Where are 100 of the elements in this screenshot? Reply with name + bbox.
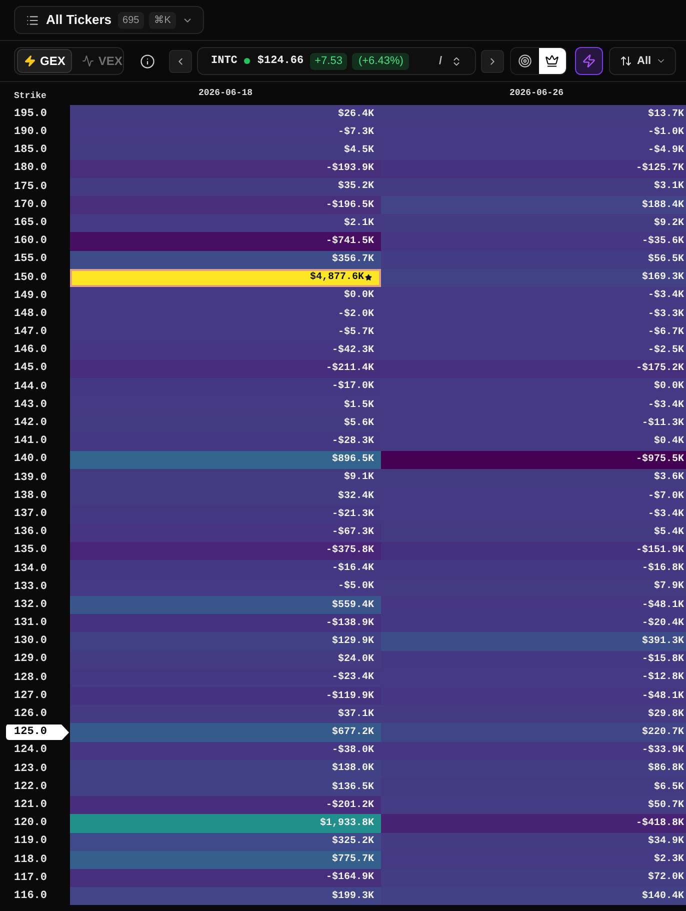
heatmap-cell: -$119.9K — [70, 687, 381, 706]
ticker-selector[interactable]: INTC $124.66 +7.53 (+6.43%) / — [197, 47, 476, 75]
heatmap-cell: $26.4K — [70, 105, 381, 124]
strike-label: 136.0 — [14, 525, 48, 540]
strike-label: 130.0 — [14, 634, 48, 650]
strike-label: 123.0 — [14, 762, 48, 777]
heatmap-cell: -$211.4K — [70, 360, 381, 378]
heatmap-cell: -$16.4K — [70, 560, 381, 578]
heatmap-cell: $5.6K — [70, 414, 381, 432]
heatmap-cell: $0.0K — [381, 378, 686, 396]
strike-label: 149.0 — [14, 288, 48, 304]
ticker-picker-button[interactable]: All Tickers 695 ⌘K — [14, 6, 204, 34]
heatmap-cell: -$164.9K — [70, 868, 381, 888]
heatmap-cell: -$48.1K — [381, 596, 686, 614]
mode-tab[interactable]: GEX — [17, 49, 72, 73]
heatmap-cell: $1,933.8K — [70, 814, 381, 832]
change-badge: +7.53 — [310, 52, 348, 70]
mode-tab[interactable]: VEX — [75, 49, 130, 73]
strike-label: 138.0 — [14, 488, 48, 504]
strike-label: 134.0 — [14, 562, 48, 577]
heatmap-cell: -$42.3K — [70, 341, 381, 360]
lightning-icon — [24, 55, 36, 67]
heatmap-cell: $56.5K — [381, 250, 686, 269]
strike-label: 148.0 — [14, 306, 48, 322]
info-icon[interactable] — [140, 54, 155, 68]
heatmap-cell: $13.7K — [381, 105, 686, 124]
strike-label: 155.0 — [14, 252, 48, 268]
heatmap-cell: -$138.9K — [70, 614, 381, 632]
ticker-price: $124.66 — [257, 54, 304, 69]
heatmap-cell: -$12.8K — [381, 668, 686, 687]
heatmap-cell: $1.5K — [70, 396, 381, 414]
ticker-symbol: INTC — [211, 54, 238, 69]
strike-label: 117.0 — [14, 870, 48, 886]
heatmap-cell: -$20.4K — [381, 614, 686, 632]
column-header: 2026-06-18 — [198, 86, 252, 100]
list-icon — [26, 14, 39, 26]
heatmap-cell: $5.4K — [381, 523, 686, 542]
heatmap-cell: -$151.9K — [381, 542, 686, 560]
heatmap-cell: -$2.0K — [70, 305, 381, 324]
heatmap-cell: $199.3K — [70, 887, 381, 906]
heatmap-cell: -$17.0K — [70, 378, 381, 396]
strike-label: 147.0 — [14, 325, 48, 340]
heatmap-cell: $220.7K — [381, 723, 686, 742]
strike-label: 190.0 — [14, 125, 48, 140]
heatmap-cell: -$35.6K — [381, 232, 686, 250]
heatmap-cell: $29.8K — [381, 705, 686, 724]
heatmap-cell: $3.1K — [381, 178, 686, 196]
heatmap-cell: $188.4K — [381, 196, 686, 214]
heatmap-cell: -$67.3K — [70, 523, 381, 542]
strike-label: 143.0 — [14, 398, 48, 413]
strike-label: 175.0 — [14, 180, 48, 195]
heatmap-cell: -$3.4K — [381, 505, 686, 524]
heatmap-cell: $677.2K — [70, 723, 381, 742]
heatmap-cell: -$21.3K — [70, 505, 381, 524]
heatmap-cell: -$16.8K — [381, 560, 686, 578]
strike-label: 139.0 — [14, 470, 48, 486]
count-badge: 695 — [118, 12, 144, 28]
strike-label: 133.0 — [14, 580, 48, 595]
heatmap-cell: -$23.4K — [70, 668, 381, 687]
strike-label: 131.0 — [14, 616, 48, 632]
heatmap-cell: -$48.1K — [381, 687, 686, 706]
heatmap-cell: -$11.3K — [381, 414, 686, 432]
heatmap-cell: $559.4K — [70, 596, 381, 614]
heatmap-cell: $50.7K — [381, 796, 686, 814]
current-strike-marker: 125.0 — [6, 724, 69, 740]
heatmap-cell: -$7.0K — [381, 486, 686, 506]
heatmap-cell: -$975.5K — [381, 450, 686, 469]
heatmap-cell: -$15.8K — [381, 650, 686, 669]
star-icon — [365, 274, 372, 282]
heatmap-cell: -$2.5K — [381, 341, 686, 360]
heatmap-cell: -$5.0K — [70, 578, 381, 596]
heatmap-cell: -$418.8K — [381, 814, 686, 832]
heatmap-cell: $9.2K — [381, 214, 686, 232]
sort-button[interactable]: All — [609, 47, 676, 75]
heatmap-cell: $32.4K — [70, 486, 381, 506]
strike-label: 122.0 — [14, 780, 48, 795]
heatmap-cell: $896.5K — [70, 450, 381, 469]
heatmap-cell: -$5.7K — [70, 323, 381, 342]
heatmap-cell: $34.9K — [381, 832, 686, 851]
strike-label: 140.0 — [14, 452, 48, 468]
heatmap-cell: $129.9K — [70, 632, 381, 651]
heatmap-cell: -$3.4K — [381, 396, 686, 414]
heatmap-cell: -$7.3K — [70, 123, 381, 142]
sort-arrows-icon — [620, 55, 632, 67]
heatmap-cell: $0.0K — [70, 286, 381, 306]
heatmap-cell: -$28.3K — [70, 432, 381, 451]
heatmap-cell: -$3.4K — [381, 286, 686, 306]
heatmap-cell: -$6.7K — [381, 323, 686, 342]
heatmap-cell: $9.1K — [70, 468, 381, 487]
target-icon — [518, 54, 532, 68]
chevrons-up-down-icon — [451, 56, 462, 66]
strike-label: 165.0 — [14, 216, 48, 231]
strike-label: 119.0 — [14, 834, 48, 850]
pulse-icon — [82, 55, 94, 67]
heatmap-cell: $138.0K — [70, 760, 381, 778]
strike-label: 132.0 — [14, 598, 48, 613]
view-option[interactable] — [538, 48, 566, 74]
flow-button[interactable] — [575, 47, 603, 75]
strike-label: 180.0 — [14, 161, 48, 176]
strike-label: 185.0 — [14, 143, 48, 158]
